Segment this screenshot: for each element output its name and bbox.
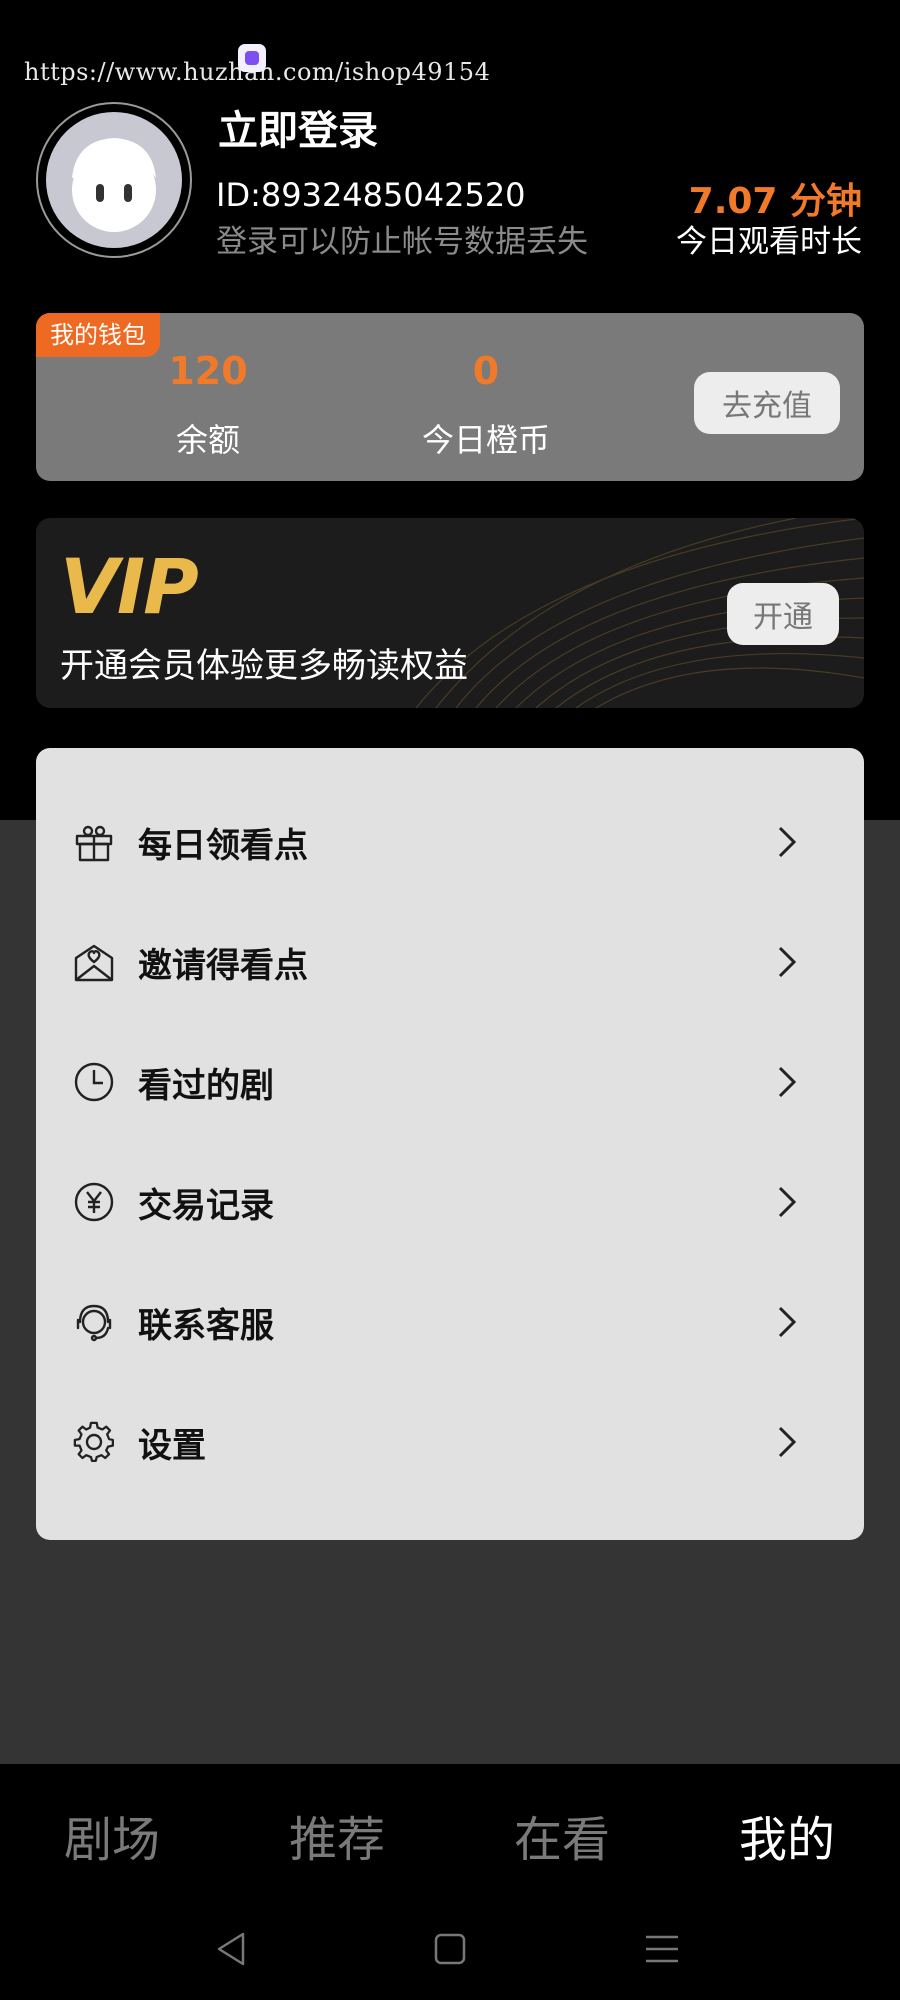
- tab-mine[interactable]: 我的: [687, 1800, 887, 1870]
- tab-theater[interactable]: 剧场: [12, 1800, 212, 1870]
- avatar[interactable]: [36, 102, 192, 258]
- menu-label: 邀请得看点: [138, 945, 308, 986]
- menu-label: 设置: [138, 1425, 206, 1466]
- menu-list: 每日领看点 邀请得看点 看过的剧 交易记录 联系客服 设置: [36, 748, 864, 1540]
- vip-logo: VIP: [60, 542, 199, 631]
- chevron-right-icon: [778, 946, 797, 978]
- menu-label: 交易记录: [138, 1185, 274, 1226]
- menu-item-daily-points[interactable]: 每日领看点: [36, 782, 864, 902]
- recharge-button[interactable]: 去充值: [694, 372, 840, 434]
- menu-item-invite-points[interactable]: 邀请得看点: [36, 902, 864, 1022]
- chevron-right-icon: [778, 1426, 797, 1458]
- menu-label: 每日领看点: [138, 825, 308, 866]
- balance-value: 120: [168, 349, 248, 393]
- watch-time-label: 今日观看时长: [676, 224, 862, 260]
- menu-item-customer-service[interactable]: 联系客服: [36, 1262, 864, 1382]
- menu-item-settings[interactable]: 设置: [36, 1382, 864, 1502]
- user-id: ID:8932485042520: [216, 176, 526, 214]
- chevron-right-icon: [778, 1186, 797, 1218]
- vip-open-button[interactable]: 开通: [727, 583, 839, 645]
- chevron-right-icon: [778, 826, 797, 858]
- coins-label: 今日橙币: [421, 421, 550, 459]
- vip-card[interactable]: VIP 开通会员体验更多畅读权益 开通: [36, 518, 864, 708]
- menu-label: 看过的剧: [138, 1065, 274, 1106]
- invite-envelope-icon: [74, 944, 114, 982]
- menu-item-watched-shows[interactable]: 看过的剧: [36, 1022, 864, 1142]
- menu-item-transactions[interactable]: 交易记录: [36, 1142, 864, 1262]
- gift-icon: [75, 825, 113, 862]
- wallet-card: 我的钱包 120 余额 0 今日橙币 去充值: [36, 313, 864, 481]
- gear-icon: [73, 1421, 114, 1462]
- clock-icon: [74, 1062, 114, 1102]
- coins-value: 0: [472, 349, 500, 393]
- bottom-tab-bar: 剧场 推荐 在看 我的: [0, 1764, 900, 2000]
- back-icon[interactable]: [207, 1924, 257, 1974]
- yuan-coin-icon: [74, 1182, 114, 1222]
- balance-label: 余额: [175, 421, 240, 459]
- menu-icon[interactable]: [637, 1924, 687, 1974]
- notification-icon: [238, 44, 266, 72]
- menu-label: 联系客服: [138, 1305, 274, 1346]
- home-icon[interactable]: [425, 1924, 475, 1974]
- customer-service-icon: [76, 1304, 112, 1342]
- vip-text: 开通会员体验更多畅读权益: [60, 646, 468, 686]
- chevron-right-icon: [778, 1066, 797, 1098]
- tab-recommend[interactable]: 推荐: [237, 1800, 437, 1870]
- login-hint: 登录可以防止帐号数据丢失: [216, 224, 588, 260]
- chevron-right-icon: [778, 1306, 797, 1338]
- login-title[interactable]: 立即登录: [218, 98, 378, 156]
- tab-watching[interactable]: 在看: [462, 1800, 662, 1870]
- default-avatar-icon: [72, 138, 156, 232]
